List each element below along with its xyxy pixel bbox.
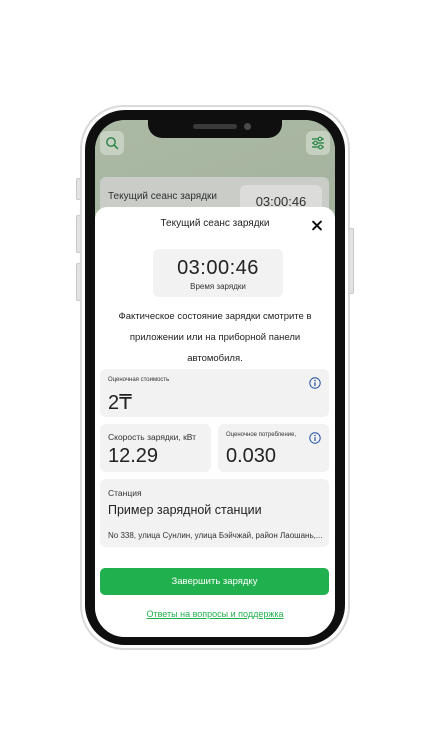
- sheet-title: Текущий сеанс зарядки: [160, 218, 270, 229]
- estimated-consumption-value: 0.030: [226, 445, 277, 467]
- estimated-consumption-label: Оценочное потребление,: [226, 432, 297, 438]
- phone-speaker: [193, 124, 237, 129]
- estimated-cost-value: 2₸: [108, 392, 132, 414]
- station-name: Пример зарядной станции: [108, 503, 262, 517]
- finish-charging-button[interactable]: Завершить зарядку: [100, 568, 329, 595]
- estimated-cost-card: Оценочная стоимость 2₸: [100, 369, 329, 417]
- phone-camera: [244, 123, 251, 130]
- charging-timer-label: Время зарядки: [190, 282, 246, 291]
- info-icon[interactable]: [309, 377, 321, 389]
- charging-timer-box: 03:00:46 Время зарядки: [153, 249, 283, 297]
- station-label: Станция: [108, 488, 142, 498]
- charging-info-text: Фактическое состояние зарядки смотрите в…: [118, 311, 312, 364]
- estimated-cost-label: Оценочная стоимость: [108, 377, 170, 383]
- support-link[interactable]: Ответы на вопросы и поддержка: [95, 609, 335, 619]
- station-address: No 338, улица Сунлин, улица Бэйчжай, рай…: [108, 531, 323, 540]
- charging-timer-value: 03:00:46: [177, 257, 259, 279]
- info-icon[interactable]: [309, 432, 321, 444]
- charging-session-sheet: Текущий сеанс зарядки 03:00:46 Время зар…: [95, 207, 335, 637]
- charging-speed-value: 12.29: [108, 445, 159, 467]
- close-icon[interactable]: [311, 220, 323, 232]
- charging-speed-label: Скорость зарядки, кВт: [108, 432, 197, 442]
- charging-speed-card: Скорость зарядки, кВт 12.29: [100, 424, 211, 472]
- station-card[interactable]: Станция Пример зарядной станции No 338, …: [100, 479, 329, 547]
- estimated-consumption-card: Оценочное потребление, 0.030: [218, 424, 329, 472]
